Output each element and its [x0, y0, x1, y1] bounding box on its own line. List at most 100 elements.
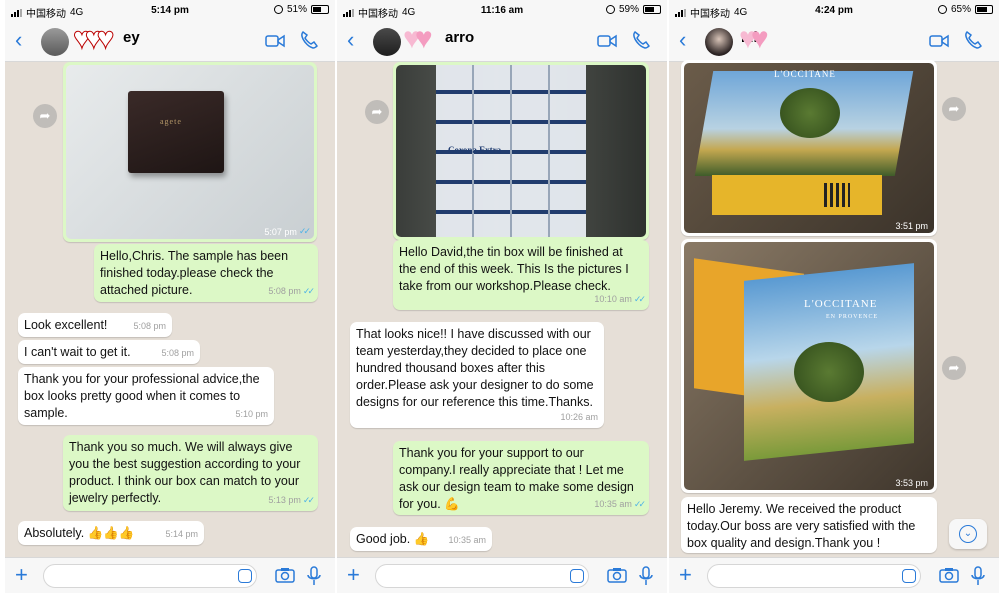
- chevron-left-icon[interactable]: ‹: [347, 29, 354, 51]
- message-bubble[interactable]: Absolutely. 👍👍👍 5:14 pm: [18, 521, 204, 545]
- chat-screen-2: 中国移动 4G 11:16 am 59% ‹ arro ♥ ♥ Corona Ex…: [337, 0, 667, 593]
- message-text: Good job.: [356, 532, 411, 546]
- message-text: Hello Jeremy. We received the product to…: [687, 502, 916, 550]
- message-bubble[interactable]: Hello David,the tin box will be finished…: [393, 240, 649, 310]
- message-bubble[interactable]: That looks nice!! I have discussed with …: [350, 322, 604, 428]
- message-time: 5:08 pm: [133, 321, 166, 331]
- message-text: Thank you for your professional advice,t…: [24, 372, 260, 420]
- forward-icon[interactable]: ➦: [365, 100, 389, 124]
- message-bubble[interactable]: Look excellent! 5:08 pm: [18, 313, 172, 337]
- rotation-lock-icon: [605, 5, 615, 14]
- message-text: Thank you so much. We will always give y…: [69, 440, 301, 505]
- read-receipt-icon: ✓✓: [302, 495, 315, 505]
- message-input[interactable]: [707, 564, 921, 588]
- message-input-bar: +: [669, 557, 999, 593]
- message-text: Absolutely.: [24, 526, 85, 540]
- sticker-icon[interactable]: [902, 569, 916, 583]
- message-time: 5:08 pm: [161, 348, 194, 358]
- forward-icon[interactable]: ➦: [942, 356, 966, 380]
- read-receipt-icon: ✓✓: [298, 226, 311, 236]
- message-time: 5:13 pm: [268, 495, 301, 505]
- camera-icon[interactable]: [275, 567, 295, 583]
- message-time: 10:26 am: [560, 412, 598, 422]
- chat-screen-3: 中国移动 4G 4:24 pm 65% ‹ Mi ♥ ♥ L'OCCITANE 3…: [669, 0, 999, 593]
- status-bar: 中国移动 4G 5:14 pm 51%: [5, 0, 335, 20]
- message-time: 3:51 pm: [895, 221, 928, 231]
- read-receipt-icon: ✓✓: [302, 286, 315, 296]
- heart-sticker-icon: ♥ ♥: [403, 22, 433, 55]
- battery-percent: 51%: [286, 4, 307, 15]
- plus-icon[interactable]: +: [679, 563, 692, 587]
- image-message[interactable]: L'OCCITANE 3:51 pm: [681, 60, 937, 236]
- message-input-bar: +: [5, 557, 335, 593]
- flexed-biceps-icon: 💪: [444, 497, 460, 511]
- plus-icon[interactable]: +: [347, 563, 360, 587]
- image-message[interactable]: Corona Extra: [393, 62, 649, 240]
- message-bubble[interactable]: Hello Jeremy. We received the product to…: [681, 497, 937, 553]
- battery-icon: [311, 5, 329, 14]
- avatar[interactable]: [41, 28, 69, 56]
- message-bubble[interactable]: Thank you so much. We will always give y…: [63, 435, 318, 511]
- jewelry-box-image: agete: [128, 91, 224, 173]
- plus-icon[interactable]: +: [15, 563, 28, 587]
- chevron-left-icon[interactable]: ‹: [679, 29, 686, 51]
- message-time: 3:53 pm: [895, 478, 928, 488]
- qr-code-icon: [824, 183, 850, 207]
- message-input[interactable]: [375, 564, 589, 588]
- brand-text: L'OCCITANE: [804, 298, 878, 310]
- sticker-icon[interactable]: [238, 569, 252, 583]
- chevron-left-icon[interactable]: ‹: [15, 29, 22, 51]
- phone-icon[interactable]: [299, 30, 319, 50]
- camera-icon[interactable]: [939, 567, 959, 583]
- gift-box-open-image: L'OCCITANE EN PROVENCE 3:53 pm: [684, 242, 934, 490]
- phone-icon[interactable]: [631, 30, 651, 50]
- chat-screen-1: 中国移动 4G 5:14 pm 51% ‹ ey ♥ ♥ ♥ agete 5:07 …: [5, 0, 335, 593]
- message-bubble[interactable]: Good job. 👍 10:35 am: [350, 527, 492, 551]
- message-bubble[interactable]: I can't wait to get it. 5:08 pm: [18, 340, 200, 364]
- message-text: Look excellent!: [24, 318, 108, 332]
- message-text: I can't wait to get it.: [24, 345, 131, 359]
- image-message[interactable]: agete 5:07 pm ✓✓: [63, 62, 317, 242]
- rotation-lock-icon: [273, 5, 283, 14]
- message-bubble[interactable]: Thank you for your professional advice,t…: [18, 367, 274, 425]
- microphone-icon[interactable]: [307, 566, 321, 586]
- box-label-text: Corona Extra: [448, 145, 502, 155]
- message-time: 10:35 am: [594, 499, 632, 509]
- read-receipt-icon: ✓✓: [633, 294, 646, 304]
- scroll-down-button[interactable]: ⌄: [949, 519, 987, 549]
- message-bubble[interactable]: Thank you for your support to our compan…: [393, 441, 649, 515]
- contact-name[interactable]: arro: [445, 29, 474, 46]
- message-time: 5:10 pm: [235, 409, 268, 419]
- sticker-icon[interactable]: [570, 569, 584, 583]
- microphone-icon[interactable]: [971, 566, 985, 586]
- thumbs-up-icon: 👍: [413, 532, 430, 546]
- warehouse-boxes-image: Corona Extra: [396, 65, 646, 237]
- forward-icon[interactable]: ➦: [942, 97, 966, 121]
- chat-header: ‹ ey ♥ ♥ ♥: [5, 20, 335, 62]
- message-input[interactable]: [43, 564, 257, 588]
- message-text: That looks nice!! I have discussed with …: [356, 327, 594, 409]
- message-bubble[interactable]: Hello,Chris. The sample has been finishe…: [94, 244, 318, 302]
- camera-icon[interactable]: [607, 567, 627, 583]
- battery-icon: [975, 5, 993, 14]
- chevron-down-icon: ⌄: [959, 525, 977, 543]
- phone-icon[interactable]: [963, 30, 983, 50]
- contact-name[interactable]: ey: [123, 29, 140, 46]
- microphone-icon[interactable]: [639, 566, 653, 586]
- chat-header: ‹ arro ♥ ♥: [337, 20, 667, 62]
- avatar[interactable]: [705, 28, 733, 56]
- message-time: 10:10 am: [594, 294, 632, 304]
- avatar[interactable]: [373, 28, 401, 56]
- image-message[interactable]: L'OCCITANE EN PROVENCE 3:53 pm: [681, 239, 937, 493]
- forward-icon[interactable]: ➦: [33, 104, 57, 128]
- status-bar: 中国移动 4G 11:16 am 59%: [337, 0, 667, 20]
- brand-text: L'OCCITANE: [774, 69, 836, 79]
- heart-sticker-icon: ♥ ♥ ♥: [73, 22, 115, 56]
- video-camera-icon[interactable]: [265, 34, 285, 48]
- message-text: Hello David,the tin box will be finished…: [399, 245, 629, 293]
- video-camera-icon[interactable]: [929, 34, 949, 48]
- video-camera-icon[interactable]: [597, 34, 617, 48]
- chat-header: ‹ Mi ♥ ♥: [669, 20, 999, 62]
- battery-percent: 65%: [950, 4, 971, 15]
- brand-subtext: EN PROVENCE: [826, 314, 879, 320]
